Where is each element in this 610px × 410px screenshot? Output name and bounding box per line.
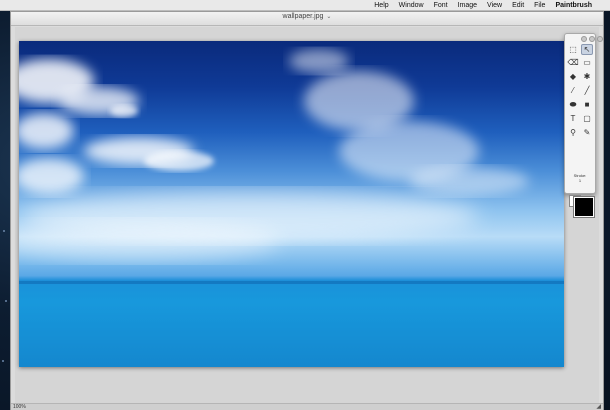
palette-close-button[interactable] — [581, 36, 587, 42]
cloud — [19, 158, 84, 194]
palette-zoom-button[interactable] — [597, 36, 603, 42]
menu-edit[interactable]: Edit — [512, 2, 524, 9]
horizon-line — [19, 281, 564, 284]
cloud — [289, 49, 349, 73]
stroke-width-value[interactable]: 1 — [568, 178, 592, 183]
rect-select-tool-icon[interactable]: ▭ — [581, 57, 593, 68]
foreground-color-swatch[interactable] — [573, 196, 595, 218]
cloud — [110, 105, 138, 117]
menu-window[interactable]: Window — [399, 2, 424, 9]
window-title-wrap: wallpaper.jpg ⌄ — [11, 13, 603, 20]
menu-font[interactable]: Font — [434, 2, 448, 9]
eyedropper-tool-icon[interactable]: ✎ — [581, 127, 593, 138]
text-tool-icon[interactable]: T — [567, 113, 579, 124]
window-titlebar[interactable]: wallpaper.jpg ⌄ — [11, 12, 603, 26]
title-chevron-icon[interactable]: ⌄ — [326, 14, 331, 20]
palette-window-controls — [581, 36, 603, 42]
star-dot — [3, 230, 5, 232]
zoom-tool-icon[interactable]: ⚲ — [567, 127, 579, 138]
menu-image[interactable]: Image — [458, 2, 477, 9]
menu-help[interactable]: Help — [374, 2, 388, 9]
pencil-tool-icon[interactable]: ⁄ — [567, 85, 579, 96]
tools-palette: ⬚ ↖ ⌫ ▭ ◆ ✱ ⁄ ╱ ⬬ ■ T ▢ ⚲ ✎ Stroke: 1 — [564, 33, 603, 218]
rectangle-tool-icon[interactable]: ■ — [581, 99, 593, 110]
cloud — [19, 113, 74, 149]
palette-minimize-button[interactable] — [589, 36, 595, 42]
star-dot — [2, 360, 4, 362]
window-title: wallpaper.jpg — [282, 13, 324, 20]
selection-tool-icon[interactable]: ⬚ — [567, 44, 579, 55]
sea-surface — [19, 284, 564, 367]
cloud — [144, 151, 214, 171]
fill-bucket-tool-icon[interactable]: ◆ — [567, 71, 579, 82]
airbrush-tool-icon[interactable]: ✱ — [581, 71, 593, 82]
star-dot — [5, 300, 7, 302]
canvas-image[interactable] — [19, 41, 564, 367]
rounded-rect-tool-icon[interactable]: ▢ — [581, 113, 593, 124]
status-bar: 100% ◢ — [11, 403, 603, 410]
cloud — [409, 167, 529, 195]
resize-grip-icon[interactable]: ◢ — [596, 403, 601, 410]
menu-view[interactable]: View — [487, 2, 502, 9]
ellipse-tool-icon[interactable]: ⬬ — [567, 99, 579, 110]
menu-file[interactable]: File — [534, 2, 545, 9]
eraser-tool-icon[interactable]: ⌫ — [567, 57, 579, 68]
line-tool-icon[interactable]: ╱ — [581, 85, 593, 96]
sky-clouds-graphic — [19, 49, 564, 367]
menu-app-name[interactable]: Paintbrush — [555, 2, 592, 9]
zoom-level: 100% — [13, 404, 26, 410]
menu-bar: Paintbrush File Edit View Image Font Win… — [0, 0, 610, 11]
pointer-tool-icon[interactable]: ↖ — [581, 44, 593, 55]
